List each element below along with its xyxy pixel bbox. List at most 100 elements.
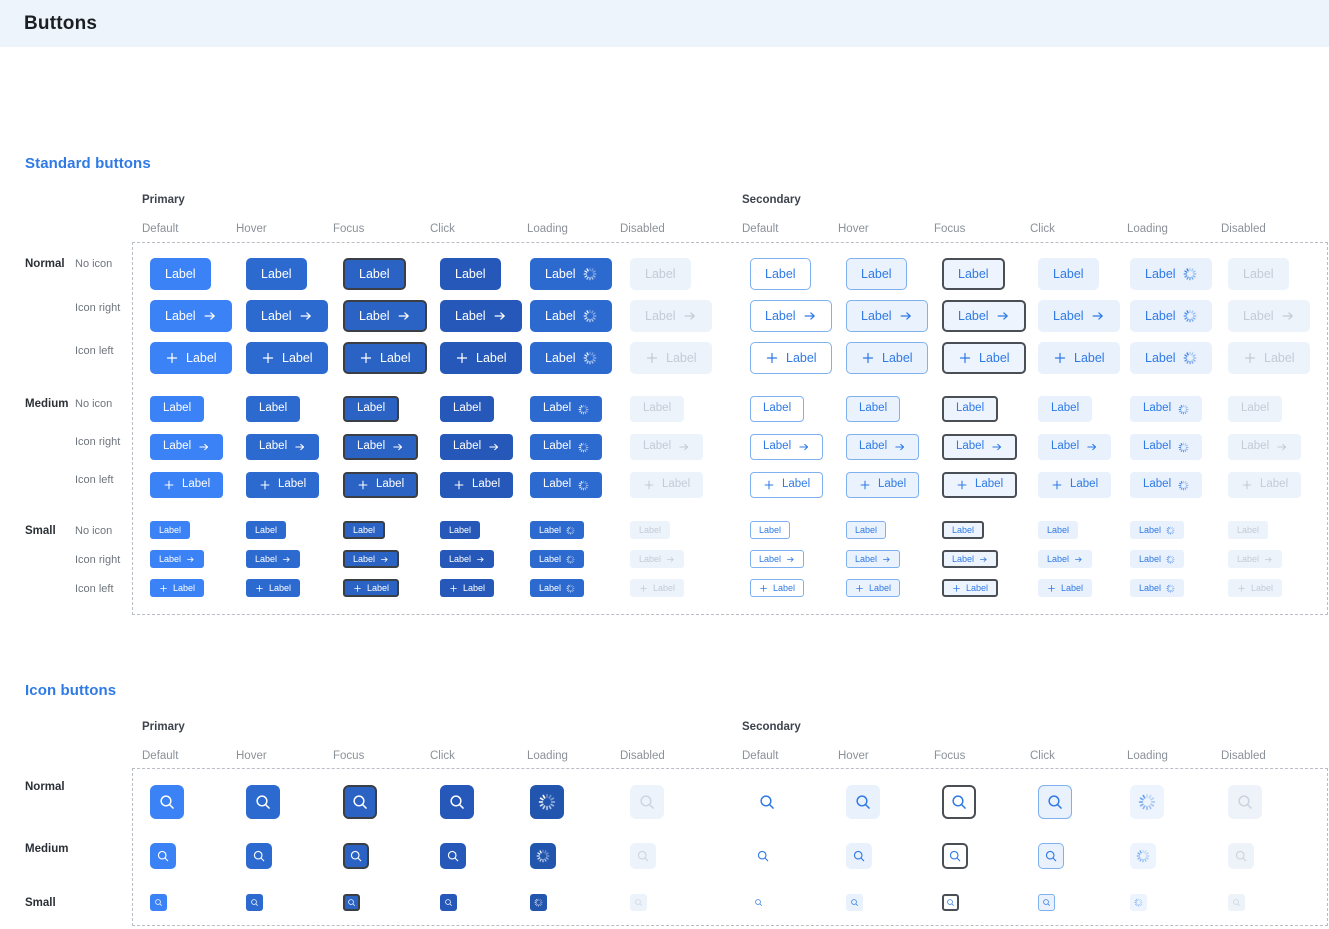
primary-medium-default-icon-button[interactable] — [150, 843, 176, 869]
secondary-small-right-default-button[interactable]: Label — [750, 550, 805, 568]
secondary-medium-focus-icon-button[interactable] — [942, 843, 968, 869]
secondary-normal-focus-icon-button[interactable] — [942, 785, 976, 819]
secondary-medium-left-click-button[interactable]: Label — [1038, 472, 1112, 498]
primary-medium-none-default-button[interactable]: Label — [150, 396, 205, 422]
primary-medium-focus-icon-button[interactable] — [343, 843, 369, 869]
primary-small-left-click-button[interactable]: Label — [440, 579, 495, 597]
secondary-small-none-hover-button[interactable]: Label — [846, 521, 887, 539]
primary-medium-right-default-button[interactable]: Label — [150, 434, 224, 460]
secondary-normal-left-focus-button[interactable]: Label — [942, 342, 1026, 374]
secondary-small-hover-icon-button[interactable] — [846, 894, 863, 911]
secondary-small-left-default-button[interactable]: Label — [750, 579, 805, 597]
secondary-medium-none-hover-button[interactable]: Label — [846, 396, 901, 422]
secondary-medium-hover-icon-button[interactable] — [846, 843, 872, 869]
secondary-small-focus-icon-button[interactable] — [942, 894, 959, 911]
secondary-normal-left-click-button[interactable]: Label — [1038, 342, 1120, 374]
secondary-normal-none-focus-button[interactable]: Label — [942, 258, 1005, 290]
primary-medium-left-focus-button[interactable]: Label — [343, 472, 419, 498]
primary-medium-none-focus-button[interactable]: Label — [343, 396, 400, 422]
secondary-small-right-click-button[interactable]: Label — [1038, 550, 1093, 568]
secondary-normal-none-click-button[interactable]: Label — [1038, 258, 1099, 290]
primary-small-right-hover-button[interactable]: Label — [246, 550, 301, 568]
primary-small-right-default-button[interactable]: Label — [150, 550, 205, 568]
primary-normal-focus-icon-button[interactable] — [343, 785, 377, 819]
secondary-small-none-focus-button[interactable]: Label — [942, 521, 985, 539]
primary-small-left-hover-button[interactable]: Label — [246, 579, 301, 597]
button-label: Label — [1061, 582, 1084, 593]
secondary-medium-default-icon-button[interactable] — [750, 843, 776, 869]
secondary-medium-none-focus-button[interactable]: Label — [942, 396, 999, 422]
secondary-medium-none-default-button[interactable]: Label — [750, 396, 805, 422]
button-label: Label — [643, 440, 672, 453]
primary-small-right-click-button[interactable]: Label — [440, 550, 495, 568]
secondary-medium-right-focus-button[interactable]: Label — [942, 434, 1018, 460]
secondary-normal-hover-icon-button[interactable] — [846, 785, 880, 819]
secondary-normal-none-hover-button[interactable]: Label — [846, 258, 907, 290]
secondary-normal-default-icon-button[interactable] — [750, 785, 784, 819]
secondary-normal-right-focus-button[interactable]: Label — [942, 300, 1026, 332]
primary-normal-right-focus-button[interactable]: Label — [343, 300, 427, 332]
secondary-medium-none-click-button[interactable]: Label — [1038, 396, 1093, 422]
primary-medium-left-click-button[interactable]: Label — [440, 472, 514, 498]
secondary-small-left-hover-button[interactable]: Label — [846, 579, 901, 597]
secondary-medium-left-hover-button[interactable]: Label — [846, 472, 920, 498]
secondary-small-none-default-button[interactable]: Label — [750, 521, 791, 539]
primary-medium-hover-icon-button[interactable] — [246, 843, 272, 869]
secondary-small-default-icon-button[interactable] — [750, 894, 767, 911]
primary-normal-click-icon-button[interactable] — [440, 785, 474, 819]
secondary-small-right-focus-button[interactable]: Label — [942, 550, 999, 568]
secondary-medium-left-default-button[interactable]: Label — [750, 472, 824, 498]
secondary-medium-right-hover-button[interactable]: Label — [846, 434, 920, 460]
secondary-medium-right-click-button[interactable]: Label — [1038, 434, 1112, 460]
primary-normal-right-default-button[interactable]: Label — [150, 300, 232, 332]
primary-medium-none-click-button[interactable]: Label — [440, 396, 495, 422]
secondary-medium-click-icon-button[interactable] — [1038, 843, 1064, 869]
primary-medium-right-focus-button[interactable]: Label — [343, 434, 419, 460]
secondary-small-none-click-button[interactable]: Label — [1038, 521, 1079, 539]
primary-medium-right-hover-button[interactable]: Label — [246, 434, 320, 460]
primary-normal-none-focus-button[interactable]: Label — [343, 258, 406, 290]
primary-medium-none-hover-button[interactable]: Label — [246, 396, 301, 422]
primary-normal-right-click-button[interactable]: Label — [440, 300, 522, 332]
secondary-small-right-hover-button[interactable]: Label — [846, 550, 901, 568]
secondary-medium-right-default-button[interactable]: Label — [750, 434, 824, 460]
secondary-normal-click-icon-button[interactable] — [1038, 785, 1072, 819]
primary-medium-left-hover-button[interactable]: Label — [246, 472, 320, 498]
secondary-small-click-icon-button[interactable] — [1038, 894, 1055, 911]
primary-normal-none-click-button[interactable]: Label — [440, 258, 501, 290]
secondary-normal-none-default-button[interactable]: Label — [750, 258, 811, 290]
primary-medium-right-click-button[interactable]: Label — [440, 434, 514, 460]
primary-normal-left-click-button[interactable]: Label — [440, 342, 522, 374]
primary-normal-left-hover-button[interactable]: Label — [246, 342, 328, 374]
primary-normal-right-hover-button[interactable]: Label — [246, 300, 328, 332]
primary-small-hover-icon-button[interactable] — [246, 894, 263, 911]
primary-small-default-icon-button[interactable] — [150, 894, 167, 911]
primary-small-none-default-button[interactable]: Label — [150, 521, 191, 539]
primary-medium-click-icon-button[interactable] — [440, 843, 466, 869]
primary-normal-default-icon-button[interactable] — [150, 785, 184, 819]
secondary-normal-right-hover-button[interactable]: Label — [846, 300, 928, 332]
primary-small-left-default-button[interactable]: Label — [150, 579, 205, 597]
primary-small-focus-icon-button[interactable] — [343, 894, 360, 911]
arrow-right-icon — [882, 555, 891, 564]
secondary-small-left-click-button[interactable]: Label — [1038, 579, 1093, 597]
primary-small-none-click-button[interactable]: Label — [440, 521, 481, 539]
secondary-normal-left-default-button[interactable]: Label — [750, 342, 832, 374]
primary-small-none-hover-button[interactable]: Label — [246, 521, 287, 539]
secondary-normal-right-default-button[interactable]: Label — [750, 300, 832, 332]
secondary-small-left-focus-button[interactable]: Label — [942, 579, 999, 597]
primary-small-none-focus-button[interactable]: Label — [343, 521, 386, 539]
primary-normal-left-focus-button[interactable]: Label — [343, 342, 427, 374]
primary-normal-hover-icon-button[interactable] — [246, 785, 280, 819]
primary-small-click-icon-button[interactable] — [440, 894, 457, 911]
secondary-medium-left-focus-button[interactable]: Label — [942, 472, 1018, 498]
primary-small-left-focus-button[interactable]: Label — [343, 579, 400, 597]
primary-medium-left-default-button[interactable]: Label — [150, 472, 224, 498]
primary-small-right-focus-button[interactable]: Label — [343, 550, 400, 568]
primary-normal-none-hover-button[interactable]: Label — [246, 258, 307, 290]
secondary-normal-right-click-button[interactable]: Label — [1038, 300, 1120, 332]
primary-normal-left-default-button[interactable]: Label — [150, 342, 232, 374]
primary-normal-none-default-button[interactable]: Label — [150, 258, 211, 290]
secondary-normal-left-hover-button[interactable]: Label — [846, 342, 928, 374]
button-label: Label — [759, 553, 782, 564]
